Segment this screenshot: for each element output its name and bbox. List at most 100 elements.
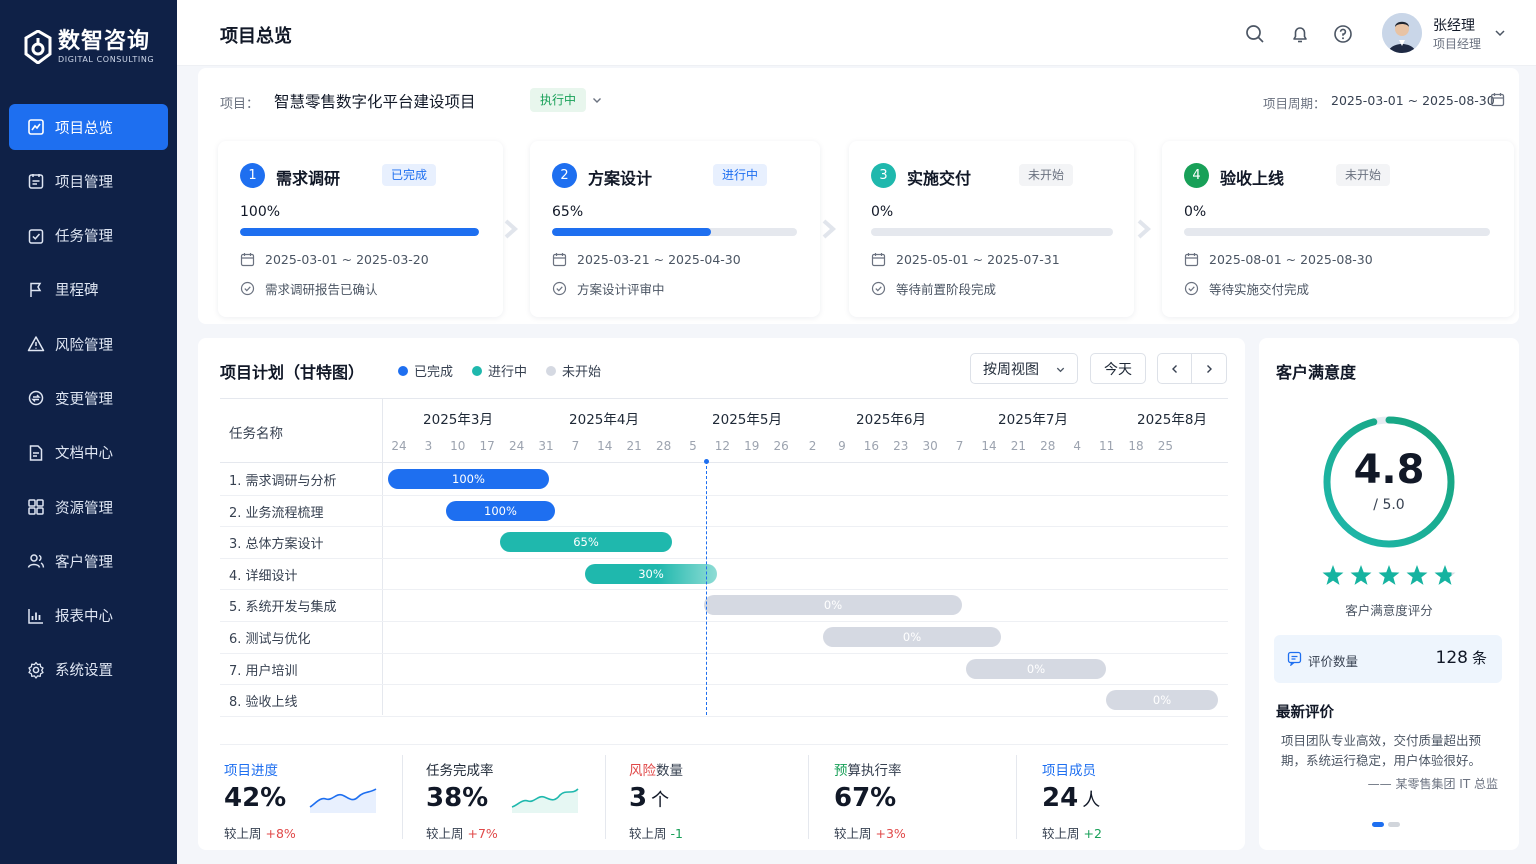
gantt-row-divider — [220, 526, 1228, 528]
phase-note: 方案设计评审中 — [577, 282, 665, 297]
task-name[interactable]: 7. 用户培训 — [229, 660, 298, 679]
report-icon — [27, 607, 45, 625]
phase-card[interactable]: 3 实施交付 未开始 0% 2025-05-01 ~ 2025-07-31 等待… — [849, 141, 1134, 317]
gantt-bar[interactable]: 0% — [966, 658, 1106, 679]
sidebar-item-tasks[interactable]: 任务管理 — [9, 213, 168, 259]
sidebar-item-projects[interactable]: 项目管理 — [9, 158, 168, 204]
check-circle-icon — [871, 281, 886, 296]
stat-delta: +8% — [265, 826, 296, 841]
sidebar-item-changes[interactable]: 变更管理 — [9, 375, 168, 421]
sidebar-item-customers[interactable]: 客户管理 — [9, 538, 168, 584]
task-name[interactable]: 4. 详细设计 — [229, 565, 298, 584]
gantt-day-label: 25 — [1157, 439, 1174, 453]
gantt-bar[interactable]: 100% — [388, 469, 549, 489]
stat-compare-label: 较上周 — [629, 826, 667, 841]
phase-dates: 2025-03-21 ~ 2025-04-30 — [577, 252, 741, 267]
star-icon — [1378, 565, 1400, 585]
gantt-bar[interactable]: 0% — [1106, 690, 1218, 711]
chevron-down-icon[interactable] — [591, 94, 603, 106]
phase-card[interactable]: 4 验收上线 未开始 0% 2025-08-01 ~ 2025-08-30 等待… — [1162, 141, 1514, 317]
progress-fill — [240, 228, 479, 236]
progress-bar — [1184, 228, 1490, 236]
stat-label: 项目成员 — [1042, 763, 1096, 779]
document-icon — [27, 444, 45, 462]
chevron-right-icon — [1137, 219, 1152, 239]
search-icon[interactable] — [1245, 24, 1265, 44]
stat-value: 67% — [834, 783, 897, 813]
sparkline — [309, 788, 377, 813]
chevron-down-icon[interactable] — [1493, 26, 1507, 40]
phase-dates: 2025-03-01 ~ 2025-03-20 — [265, 252, 429, 267]
sidebar-item-settings[interactable]: 系统设置 — [9, 647, 168, 693]
phase-percent: 100% — [240, 204, 281, 220]
calendar-icon — [1184, 253, 1199, 267]
review-author: —— 某零售集团 IT 总监 — [1367, 777, 1498, 791]
stat-delta: +7% — [467, 826, 498, 841]
gantt-bar[interactable]: 100% — [446, 500, 555, 521]
today-button[interactable]: 今天 — [1090, 353, 1146, 384]
status-badge: 进行中 — [713, 164, 768, 186]
gantt-bar[interactable]: 0% — [704, 595, 962, 616]
review-count-value: 128 — [1435, 648, 1468, 668]
customer-icon — [27, 552, 45, 570]
task-icon — [27, 227, 45, 245]
sidebar-item-label: 文档中心 — [55, 446, 113, 463]
project-name: 智慧零售数字化平台建设项目 — [274, 93, 476, 111]
project-status-select[interactable]: 执行中 — [530, 88, 587, 112]
calendar-icon[interactable] — [1490, 92, 1505, 107]
gantt-month-label: 2025年4月 — [569, 412, 639, 428]
sidebar-item-label: 风险管理 — [55, 337, 113, 354]
gantt-day-label: 14 — [597, 439, 613, 453]
carousel-dot[interactable] — [1388, 822, 1400, 827]
task-name[interactable]: 6. 测试与优化 — [229, 628, 311, 647]
gantt-bar[interactable]: 30% — [585, 563, 717, 584]
sidebar-item-documents[interactable]: 文档中心 — [9, 430, 168, 476]
task-name[interactable]: 1. 需求调研与分析 — [229, 470, 337, 489]
gantt-table: 任务名称 2025年3月 2025年4月 2025年5月 2025年6月 2025年7月… — [220, 398, 1228, 717]
brand-logo[interactable]: 数智咨询 DIGITAL CONSULTING — [24, 30, 154, 64]
help-icon[interactable] — [1333, 24, 1353, 44]
phase-title: 需求调研 — [276, 169, 341, 188]
task-name[interactable]: 5. 系统开发与集成 — [229, 596, 337, 615]
prev-button[interactable] — [1158, 354, 1193, 383]
resource-icon — [27, 498, 45, 516]
user-name[interactable]: 张经理 — [1433, 15, 1475, 35]
sidebar-item-label: 任务管理 — [55, 229, 113, 246]
view-select[interactable]: 按周视图 — [970, 353, 1078, 384]
phase-number: 4 — [1184, 163, 1209, 188]
stat-compare-label: 较上周 — [1042, 826, 1080, 841]
progress-bar — [871, 228, 1113, 236]
next-button[interactable] — [1192, 354, 1226, 383]
settings-icon — [27, 661, 45, 679]
avatar[interactable] — [1382, 13, 1422, 53]
review-count-box[interactable]: 评价数量 128 条 — [1274, 635, 1502, 683]
calendar-icon — [871, 253, 886, 267]
gantt-bar[interactable]: 65% — [500, 532, 672, 553]
task-name[interactable]: 3. 总体方案设计 — [229, 533, 324, 552]
phase-card[interactable]: 2 方案设计 进行中 65% 2025-03-21 ~ 2025-04-30 方… — [530, 141, 820, 317]
stat-value: 42% — [224, 783, 287, 813]
gantt-day-label: 21 — [1010, 439, 1027, 453]
sidebar-item-risks[interactable]: 风险管理 — [9, 321, 168, 367]
gantt-day-label: 16 — [863, 439, 880, 453]
phase-title: 方案设计 — [588, 169, 653, 188]
gantt-month-label: 2025年3月 — [423, 412, 493, 428]
top-header: 项目总览 张经理 项目经理 — [177, 0, 1536, 66]
bell-icon[interactable] — [1290, 24, 1310, 44]
gantt-day-label: 28 — [1040, 439, 1056, 453]
carousel-dot[interactable] — [1372, 822, 1384, 827]
sidebar-item-reports[interactable]: 报表中心 — [9, 593, 168, 639]
stat-compare-label: 较上周 — [426, 826, 464, 841]
gantt-day-label: 21 — [626, 439, 642, 453]
phase-card[interactable]: 1 需求调研 已完成 100% 2025-03-01 ~ 2025-03-20 … — [218, 141, 503, 317]
gantt-day-label: 5 — [689, 439, 697, 453]
sidebar-item-milestones[interactable]: 里程碑 — [9, 267, 168, 313]
sidebar-item-resources[interactable]: 资源管理 — [9, 484, 168, 530]
message-icon — [1287, 651, 1302, 666]
task-name[interactable]: 8. 验收上线 — [229, 691, 298, 710]
stat-label: 项目进度 — [224, 763, 278, 779]
progress-bar — [552, 228, 797, 236]
sidebar-item-overview[interactable]: 项目总览 — [9, 104, 168, 150]
task-name[interactable]: 2. 业务流程梳理 — [229, 502, 324, 521]
gantt-bar[interactable]: 0% — [823, 627, 1001, 647]
